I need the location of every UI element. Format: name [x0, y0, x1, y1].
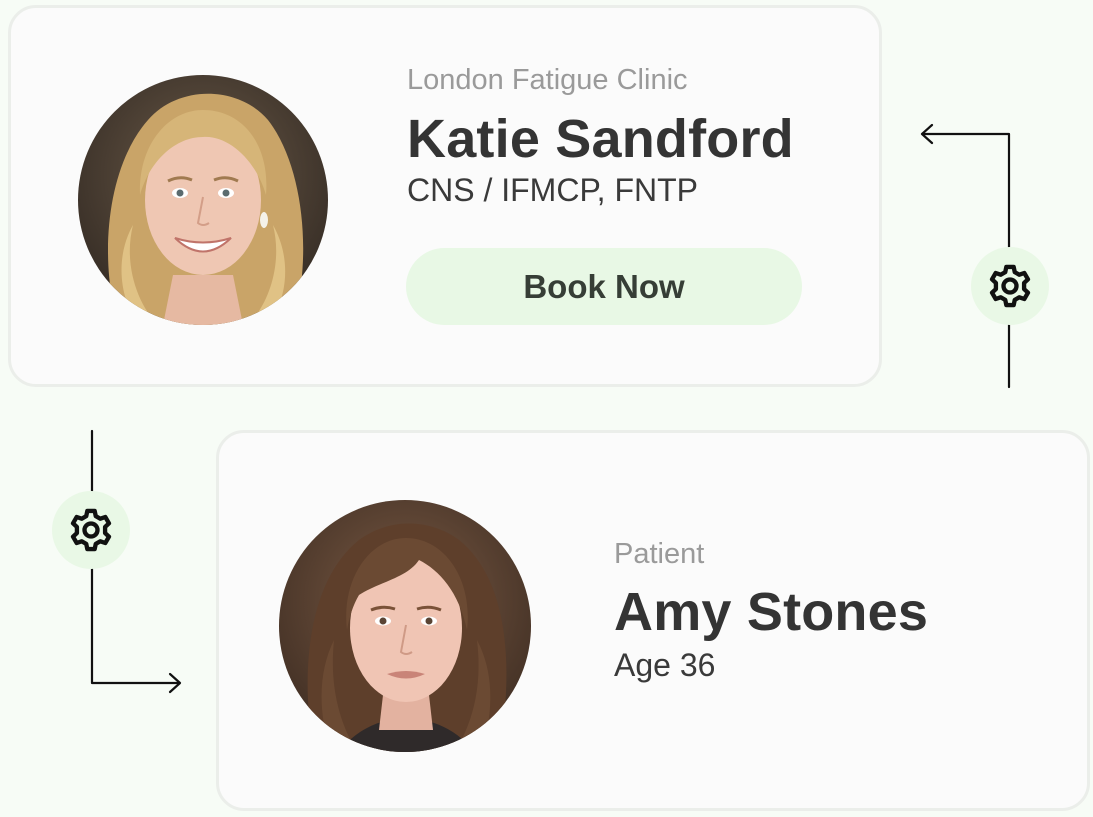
patient-label: Patient [614, 538, 705, 570]
flow-step-top [971, 247, 1049, 325]
patient-name: Amy Stones [614, 582, 929, 642]
practitioner-avatar [78, 75, 328, 325]
flow-line-top-upper [921, 132, 1011, 249]
practitioner-card: London Fatigue Clinic Katie Sandford CNS… [8, 5, 882, 387]
clinic-name: London Fatigue Clinic [407, 64, 688, 96]
arrow-left-icon [920, 123, 934, 145]
practitioner-credentials: CNS / IFMCP, FNTP [407, 172, 698, 208]
patient-age: Age 36 [614, 647, 716, 683]
gear-icon [70, 508, 112, 552]
patient-card: Patient Amy Stones Age 36 [216, 430, 1090, 811]
patient-avatar [279, 500, 531, 752]
book-now-button[interactable]: Book Now [406, 248, 802, 325]
arrow-right-icon [168, 672, 182, 694]
flow-step-bottom [52, 491, 130, 569]
flow-line-bottom [90, 567, 181, 685]
practitioner-name: Katie Sandford [407, 109, 794, 169]
gear-icon [989, 264, 1031, 308]
